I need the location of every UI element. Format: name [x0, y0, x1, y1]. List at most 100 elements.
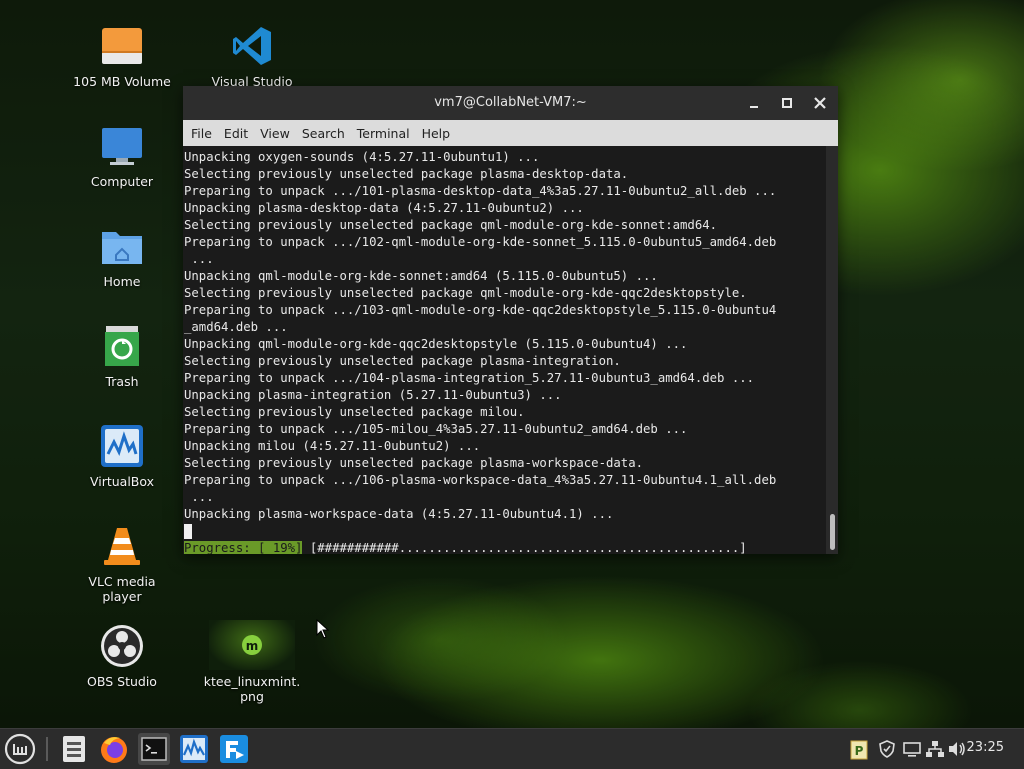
menubar: File Edit View Search Terminal Help [183, 120, 838, 146]
terminal-line: _amd64.deb ... [184, 320, 288, 334]
mint-logo-icon [4, 733, 36, 765]
minimize-icon [750, 106, 758, 108]
tray-network[interactable] [925, 739, 945, 759]
terminal-cursor-line [183, 523, 826, 540]
desktop-icon-vlc[interactable]: VLC media player [67, 524, 177, 604]
mouse-pointer-icon [316, 619, 330, 639]
network-icon [926, 741, 944, 757]
obs-icon [100, 624, 144, 668]
virtualbox-icon [180, 735, 208, 763]
display-icon [903, 742, 921, 757]
trash-icon [100, 324, 144, 368]
tray-display[interactable] [902, 739, 922, 759]
menu-button[interactable] [4, 733, 36, 765]
tray-volume[interactable] [947, 739, 967, 759]
drive-icon [100, 24, 144, 68]
clock[interactable]: 23:25 [967, 740, 1004, 755]
taskbar-terminal[interactable] [138, 733, 170, 765]
menu-search[interactable]: Search [296, 126, 351, 141]
menu-help[interactable]: Help [416, 126, 457, 141]
terminal-line: Selecting previously unselected package … [184, 286, 747, 300]
desktop-icon-label: VirtualBox [89, 474, 155, 489]
home-folder-icon [100, 224, 144, 268]
vscode-icon [230, 24, 274, 68]
terminal-scrollbar[interactable] [826, 146, 838, 554]
terminal-line: Unpacking qml-module-org-kde-sonnet:amd6… [184, 269, 658, 283]
terminal-line: Unpacking oxygen-sounds (4:5.27.11-0ubun… [184, 150, 540, 164]
terminal-line: ... [184, 252, 214, 266]
desktop-icon-computer[interactable]: Computer [67, 124, 177, 189]
desktop-icon-obs[interactable]: OBS Studio [67, 624, 177, 689]
desktop-icon-volume[interactable]: 105 MB Volume [67, 24, 177, 89]
terminal-line: Selecting previously unselected package … [184, 405, 525, 419]
terminal-line: Preparing to unpack .../102-qml-module-o… [184, 235, 777, 249]
vlc-cone-icon [100, 524, 144, 568]
desktop-icon-visual-studio[interactable]: Visual Studio [197, 24, 307, 89]
terminal-line: ... [184, 490, 214, 504]
text-cursor [184, 524, 192, 539]
terminal-line: Unpacking qml-module-org-kde-qqc2desktop… [184, 337, 688, 351]
clipboard-icon: P [850, 740, 868, 760]
desktop-icon-label: Computer [90, 174, 154, 189]
taskbar-virtualbox[interactable] [178, 733, 210, 765]
terminal-icon [141, 737, 167, 761]
terminal-line: Preparing to unpack .../105-milou_4%3a5.… [184, 422, 688, 436]
desktop-icon-trash[interactable]: Trash [67, 324, 177, 389]
shield-icon [879, 740, 895, 758]
terminal-line: Selecting previously unselected package … [184, 218, 718, 232]
terminal-line: Preparing to unpack .../106-plasma-works… [184, 473, 777, 487]
app-icon [220, 735, 248, 763]
desktop-icon-image-file[interactable]: m ktee_linuxmint. png [197, 620, 307, 704]
terminal-line: Unpacking plasma-workspace-data (4:5.27.… [184, 507, 614, 521]
maximize-icon [782, 98, 792, 108]
scrollbar-thumb[interactable] [830, 514, 835, 550]
file-manager-icon [63, 736, 85, 762]
progress-label: Progress: [ 19%] [184, 541, 303, 554]
close-icon [814, 97, 826, 109]
desktop-icon-virtualbox[interactable]: VirtualBox [67, 424, 177, 489]
close-button[interactable] [809, 92, 831, 114]
progress-bar: [###########............................… [302, 541, 747, 554]
firefox-icon [101, 737, 127, 763]
monitor-icon [100, 124, 144, 168]
svg-text:P: P [855, 744, 864, 758]
desktop-icon-label: VLC media player [88, 574, 156, 604]
menu-terminal[interactable]: Terminal [351, 126, 416, 141]
terminal-line: Selecting previously unselected package … [184, 167, 629, 181]
terminal-line: Selecting previously unselected package … [184, 456, 644, 470]
menu-edit[interactable]: Edit [218, 126, 254, 141]
terminal-window[interactable]: vm7@CollabNet-VM7:~ File Edit View Searc… [183, 86, 838, 554]
taskbar-separator [46, 737, 48, 761]
taskbar-firefox[interactable] [98, 733, 130, 765]
taskbar-files[interactable] [58, 733, 90, 765]
taskbar-app[interactable] [218, 733, 250, 765]
desktop-icon-label: OBS Studio [87, 674, 157, 689]
tray-shield[interactable] [877, 739, 897, 759]
image-thumbnail: m [209, 620, 295, 670]
virtualbox-icon [100, 424, 144, 468]
window-title: vm7@CollabNet-VM7:~ [434, 95, 587, 110]
desktop-icon-label: Home [103, 274, 141, 289]
desktop-icon-label: ktee_linuxmint. png [203, 674, 301, 704]
terminal-line: Unpacking plasma-desktop-data (4:5.27.11… [184, 201, 584, 215]
progress-line: Progress: [ 19%] [###########...........… [183, 540, 826, 554]
svg-text:m: m [246, 639, 259, 653]
terminal-line: Unpacking milou (4:5.27.11-0ubuntu2) ... [184, 439, 481, 453]
desktop-icon-label: 105 MB Volume [73, 74, 171, 89]
terminal-line: Preparing to unpack .../101-plasma-deskt… [184, 184, 777, 198]
volume-icon [949, 742, 965, 756]
minimize-button[interactable] [743, 92, 765, 114]
maximize-button[interactable] [776, 92, 798, 114]
terminal-line: Unpacking plasma-integration (5.27.11-0u… [184, 388, 562, 402]
menu-view[interactable]: View [254, 126, 296, 141]
terminal-line: Preparing to unpack .../103-qml-module-o… [184, 303, 777, 317]
tray-clipboard[interactable]: P [849, 738, 869, 760]
terminal-line: Selecting previously unselected package … [184, 354, 621, 368]
window-titlebar[interactable]: vm7@CollabNet-VM7:~ [183, 86, 838, 120]
terminal-output[interactable]: Unpacking oxygen-sounds (4:5.27.11-0ubun… [183, 146, 826, 554]
menu-file[interactable]: File [185, 126, 218, 141]
desktop-icon-label: Trash [105, 374, 139, 389]
taskbar: P 23:25 [0, 728, 1024, 769]
terminal-line: Preparing to unpack .../104-plasma-integ… [184, 371, 755, 385]
desktop-icon-home[interactable]: Home [67, 224, 177, 289]
